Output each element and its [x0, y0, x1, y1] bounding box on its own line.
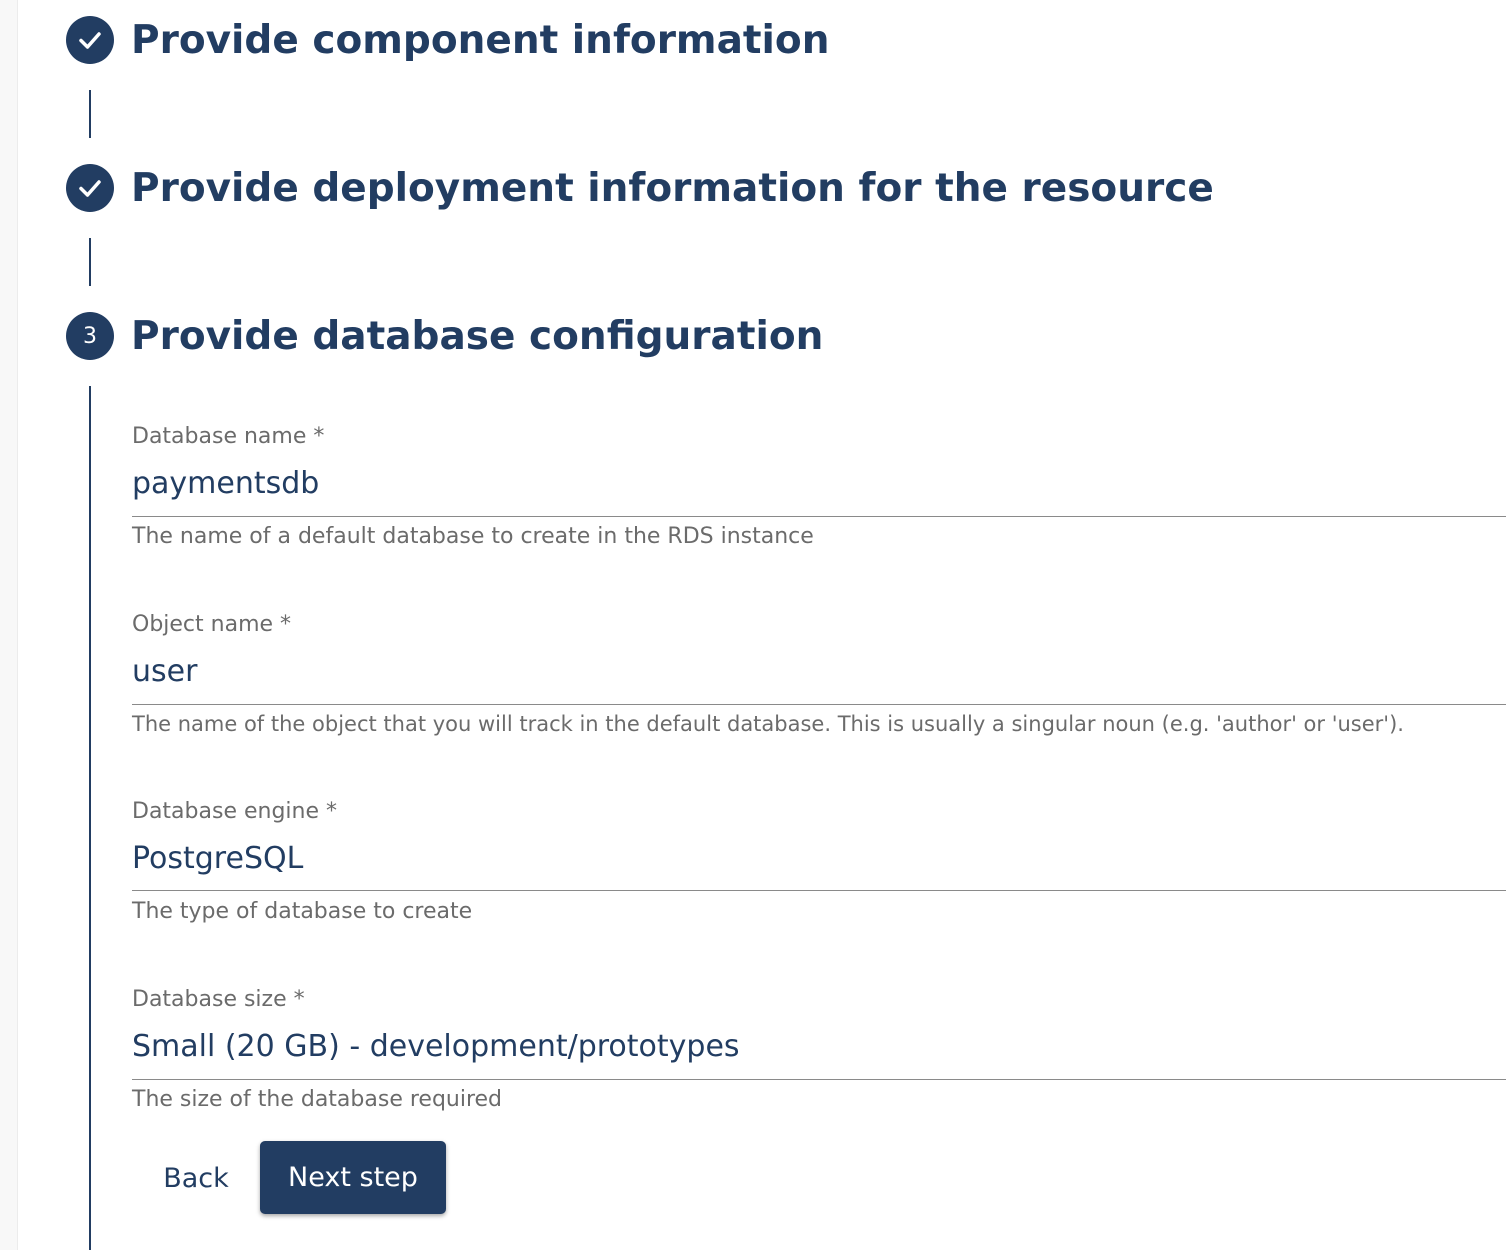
database-size-underline [132, 1079, 1506, 1080]
object-name-label: Object name * [132, 612, 292, 637]
step-connector [89, 90, 91, 138]
database-name-label: Database name * [132, 424, 325, 449]
step-1-title[interactable]: Provide component information [131, 21, 829, 60]
database-size-helper: The size of the database required [132, 1087, 503, 1112]
left-gutter [0, 0, 18, 1250]
database-engine-select[interactable]: PostgreSQL [132, 841, 303, 876]
check-icon [79, 32, 101, 49]
next-step-button[interactable]: Next step [260, 1141, 446, 1214]
database-name-field[interactable]: paymentsdb [132, 466, 319, 501]
database-engine-label: Database engine * [132, 799, 337, 824]
database-name-helper: The name of a default database to create… [132, 524, 814, 549]
database-engine-underline [132, 890, 1506, 891]
back-button[interactable]: Back [144, 1142, 248, 1214]
database-engine-helper: The type of database to create [132, 899, 473, 924]
step-2-completed-check-icon [66, 164, 114, 212]
step-2-title[interactable]: Provide deployment information for the r… [131, 169, 1214, 208]
object-name-field[interactable]: user [132, 654, 197, 689]
step-connector [89, 238, 91, 286]
step-3-number-badge: 3 [66, 312, 114, 360]
database-size-label: Database size * [132, 987, 305, 1012]
database-size-select[interactable]: Small (20 GB) - development/prototypes [132, 1029, 740, 1064]
step-3-title: Provide database configuration [131, 314, 824, 359]
step-1-completed-check-icon [66, 16, 114, 64]
check-icon [79, 180, 101, 197]
step-connector [89, 386, 91, 1250]
object-name-helper: The name of the object that you will tra… [132, 712, 1404, 736]
object-name-underline [132, 704, 1506, 705]
database-name-underline [132, 516, 1506, 517]
